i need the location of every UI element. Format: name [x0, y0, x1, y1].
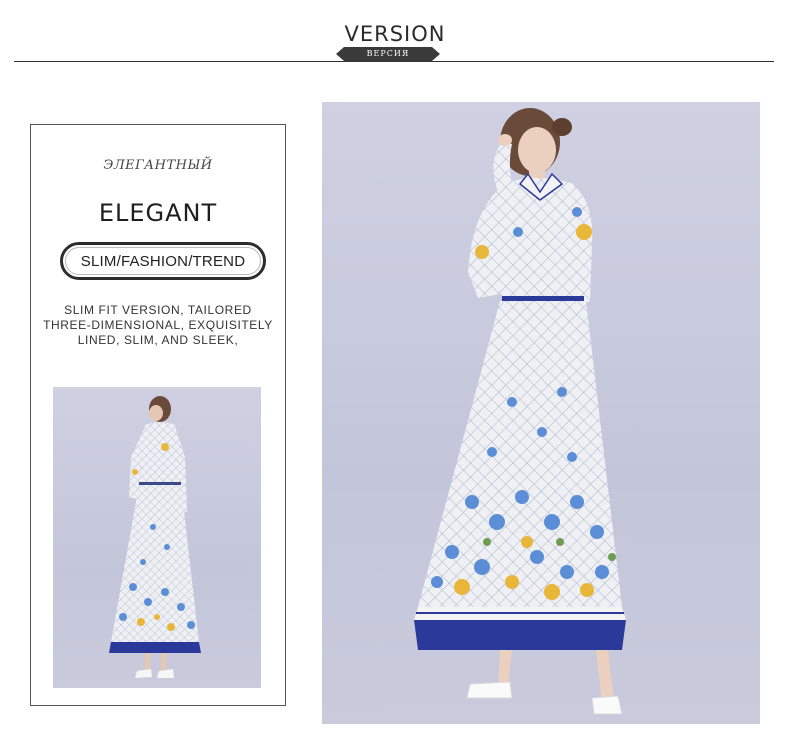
- header-title: VERSION: [344, 22, 446, 46]
- feature-pill-label: SLIM/FASHION/TREND: [65, 247, 261, 275]
- header-tag: ВЕРСИЯ: [336, 47, 440, 61]
- english-title: ELEGANT: [98, 199, 218, 227]
- small-dress-photo: [53, 387, 261, 688]
- feature-pill: SLIM/FASHION/TREND: [60, 242, 266, 280]
- description-text: SLIM FIT VERSION, TAILORED THREE-DIMENSI…: [43, 303, 273, 347]
- header-rule: [14, 61, 774, 62]
- large-dress-photo: [322, 102, 760, 724]
- russian-title: ЭЛЕГАНТНЫЙ: [103, 158, 213, 173]
